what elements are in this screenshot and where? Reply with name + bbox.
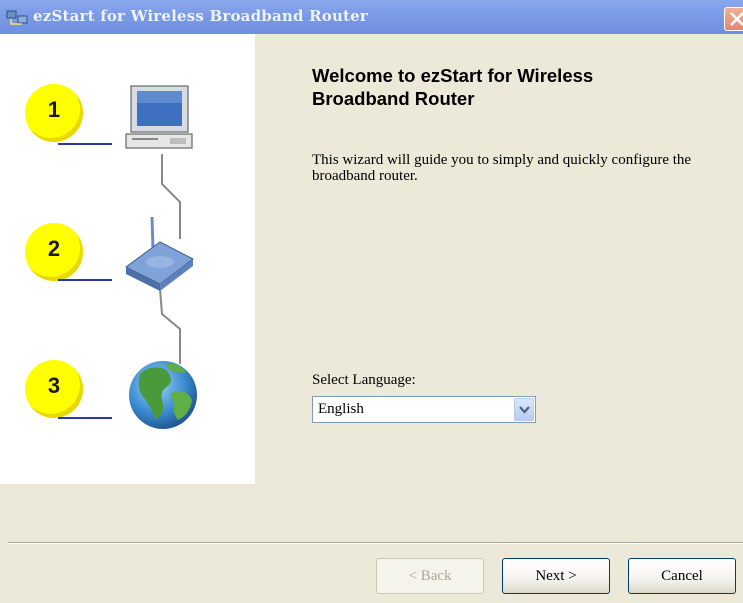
steps-panel: 1 2 3 xyxy=(0,34,255,484)
close-button[interactable] xyxy=(724,7,743,31)
language-select[interactable]: English xyxy=(312,396,536,423)
cable-line xyxy=(161,154,181,239)
step-number: 3 xyxy=(47,373,61,398)
step-badge-2: 2 xyxy=(25,223,83,281)
back-button[interactable]: < Back xyxy=(376,558,484,594)
router-icon xyxy=(125,216,194,291)
chevron-down-icon xyxy=(519,406,530,414)
language-label: Select Language: xyxy=(312,372,416,388)
window-title: ezStart for Wireless Broadband Router xyxy=(33,7,369,25)
dropdown-button[interactable] xyxy=(514,398,534,421)
intro-text: This wizard will guide you to simply and… xyxy=(312,152,692,184)
step-badge-3: 3 xyxy=(25,360,83,418)
step-badge-1: 1 xyxy=(25,84,83,142)
next-button[interactable]: Next > xyxy=(502,558,610,594)
cancel-button[interactable]: Cancel xyxy=(628,558,736,594)
footer-divider-highlight xyxy=(8,543,743,544)
page-title: Welcome to ezStart for Wireless Broadban… xyxy=(312,65,594,109)
step-number: 1 xyxy=(47,97,61,122)
step-underline xyxy=(58,279,112,281)
cable-line xyxy=(159,288,181,364)
close-icon xyxy=(730,12,743,26)
language-selected-value: English xyxy=(318,401,364,417)
content-pane: Welcome to ezStart for Wireless Broadban… xyxy=(255,34,743,484)
step-underline xyxy=(58,143,112,145)
app-network-icon xyxy=(6,10,28,25)
step-underline xyxy=(58,417,112,419)
globe-icon xyxy=(129,361,197,429)
wizard-window: ezStart for Wireless Broadband Router 1 … xyxy=(0,0,743,603)
title-bar[interactable]: ezStart for Wireless Broadband Router xyxy=(0,0,743,34)
step-number: 2 xyxy=(47,236,61,261)
computer-icon xyxy=(125,85,193,149)
